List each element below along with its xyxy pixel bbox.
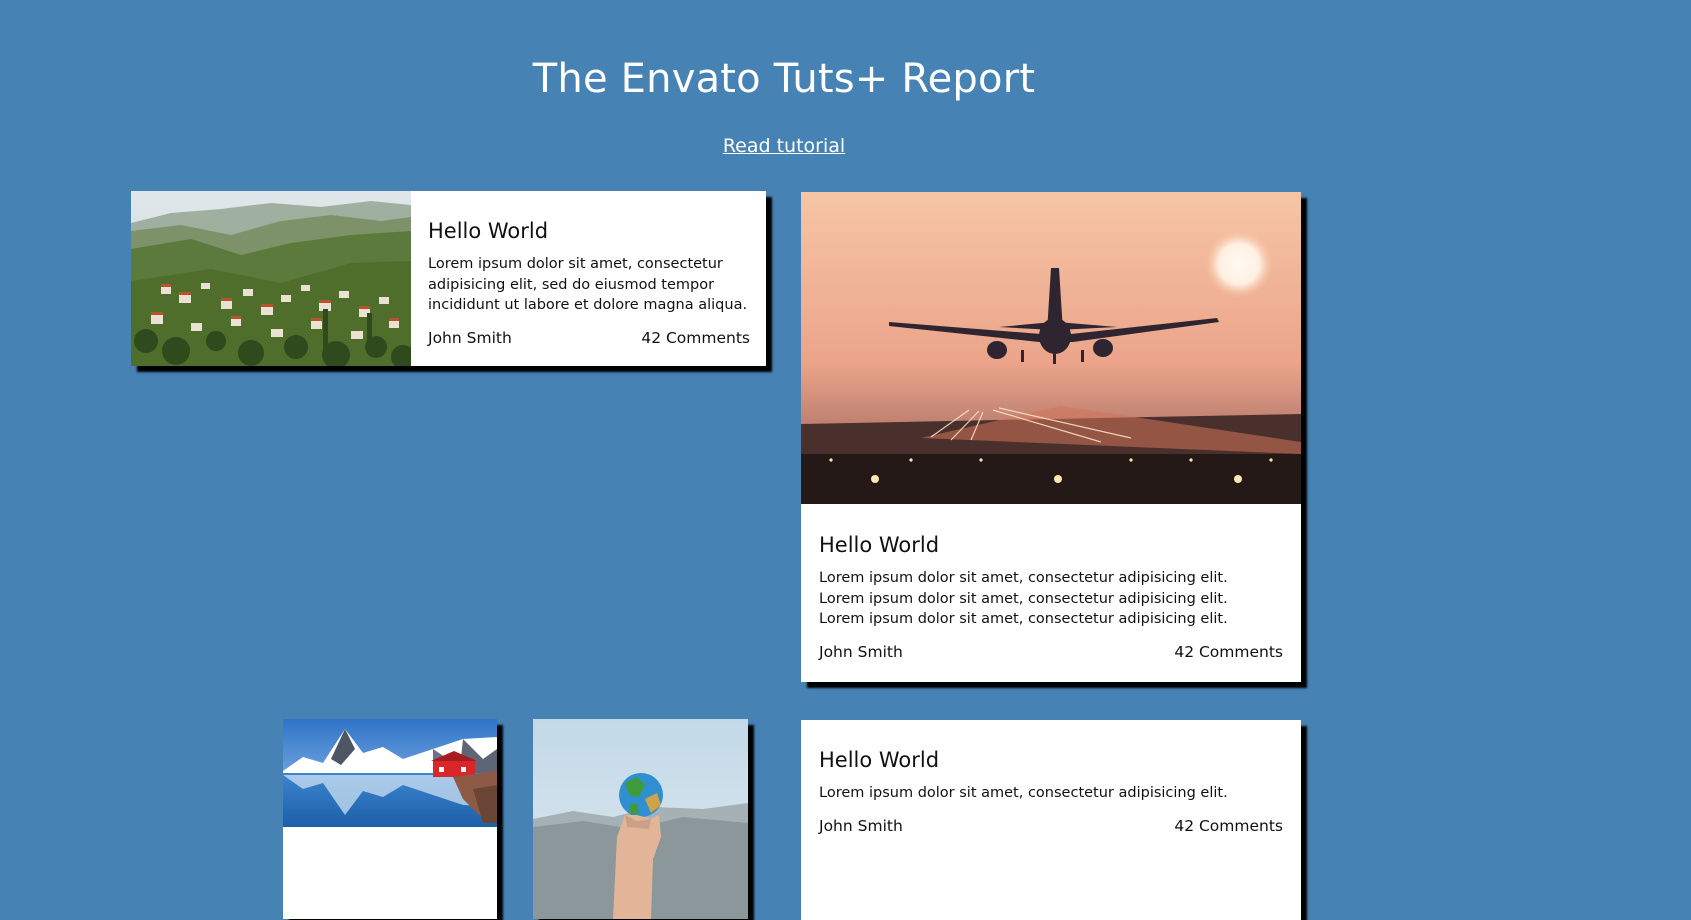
globe-image (533, 719, 748, 919)
lofoten-image (283, 719, 497, 827)
card-title: Hello World (428, 219, 549, 243)
read-tutorial-link[interactable]: Read tutorial (723, 135, 845, 157)
card-author: John Smith (819, 816, 903, 835)
page-header: The Envato Tuts+ Report Read tutorial (0, 56, 1568, 157)
card-author: John Smith (428, 328, 512, 347)
card-airplane[interactable]: Hello World Lorem ipsum dolor sit amet, … (801, 192, 1301, 682)
card-text-line: Lorem ipsum dolor sit amet, consectetur … (819, 611, 1228, 627)
card-comments[interactable]: 42 Comments (641, 328, 750, 348)
card-text: Lorem ipsum dolor sit amet, consectetur … (428, 256, 748, 313)
card-text-line: Lorem ipsum dolor sit amet, consectetur … (819, 570, 1228, 586)
card-text: Lorem ipsum dolor sit amet, consectetur … (819, 568, 1283, 630)
card-comments[interactable]: 42 Comments (1174, 642, 1283, 662)
village-image (131, 191, 411, 366)
page-title: The Envato Tuts+ Report (532, 56, 1036, 102)
card-body: Hello World Lorem ipsum dolor sit amet, … (819, 532, 1283, 662)
card-meta: John Smith 42 Comments (428, 328, 750, 348)
card-author: John Smith (819, 642, 903, 661)
card-title: Hello World (819, 533, 940, 557)
card-text-line: Lorem ipsum dolor sit amet, consectetur … (819, 590, 1228, 607)
card-meta: John Smith 42 Comments (819, 816, 1283, 836)
airplane-image (801, 192, 1301, 504)
card-text: Lorem ipsum dolor sit amet, consectetur … (819, 785, 1228, 801)
card-village[interactable]: Hello World Lorem ipsum dolor sit amet, … (131, 191, 766, 366)
card-meta: John Smith 42 Comments (819, 642, 1283, 662)
card-lofoten[interactable] (283, 719, 497, 919)
card-body: Hello World Lorem ipsum dolor sit amet, … (819, 747, 1283, 836)
card-globe[interactable] (533, 719, 748, 919)
card-title: Hello World (819, 748, 940, 772)
card-comments[interactable]: 42 Comments (1174, 816, 1283, 836)
card-text-only[interactable]: Hello World Lorem ipsum dolor sit amet, … (801, 720, 1301, 920)
card-body: Hello World Lorem ipsum dolor sit amet, … (428, 218, 750, 348)
